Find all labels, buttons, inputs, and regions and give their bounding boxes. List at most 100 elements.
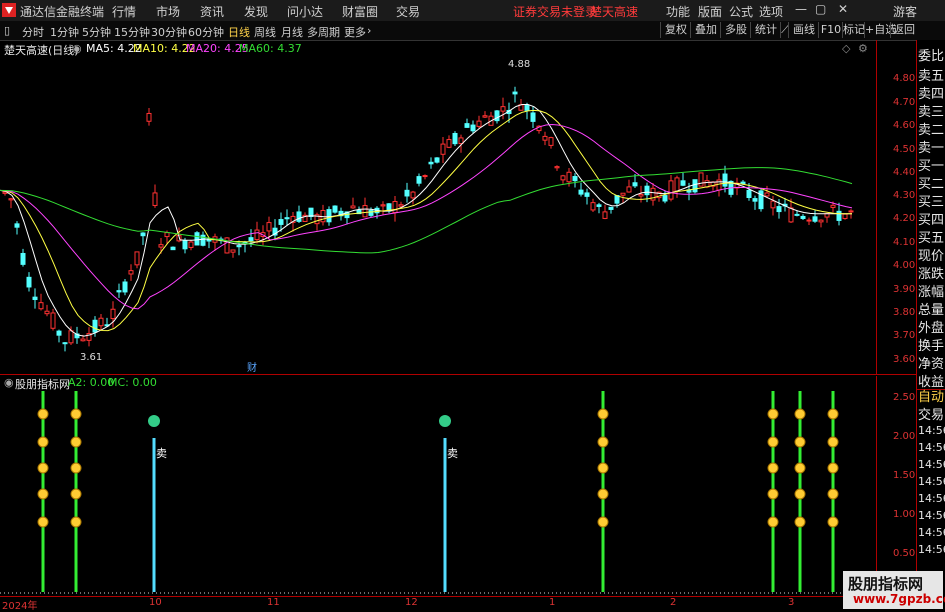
candlestick-chart[interactable]: [0, 40, 916, 375]
menu-xuanxiang[interactable]: 选项: [759, 3, 783, 20]
trade-label[interactable]: 交易: [918, 404, 945, 423]
quote-label: 涨幅: [918, 285, 945, 300]
money-bag-icon: [70, 488, 82, 500]
maximize-icon[interactable]: ▢: [815, 2, 826, 16]
stock-link[interactable]: 楚天高速: [590, 3, 638, 20]
period-5min[interactable]: 5分钟: [82, 24, 111, 40]
menu-hangqing[interactable]: 行情: [112, 3, 136, 20]
candle-body: [470, 124, 476, 132]
quote-label: 卖四: [918, 87, 945, 102]
money-bag-icon: [70, 408, 82, 420]
period-monthly[interactable]: 月线: [281, 24, 303, 40]
tick-time: 14:56: [918, 509, 945, 522]
candle-body: [254, 229, 260, 241]
menu-gongshi[interactable]: 公式: [729, 3, 753, 20]
duogu-button[interactable]: 多股: [720, 22, 751, 38]
menu-wenxiaoda[interactable]: 问小达: [287, 3, 323, 20]
tick-time: 14:56: [918, 526, 945, 539]
money-bag-icon: [597, 516, 609, 528]
price-tick: 3.80: [893, 307, 916, 318]
auto-trade-toggle[interactable]: 自动: [918, 386, 945, 405]
candle-body: [68, 330, 74, 344]
candle-body: [392, 201, 398, 214]
money-bag-icon: [767, 488, 779, 500]
fuquan-button[interactable]: 复权: [660, 22, 691, 38]
period-60min[interactable]: 60分钟: [188, 24, 224, 40]
money-bag-icon: [597, 436, 609, 448]
login-warning[interactable]: 证券交易未登录: [513, 3, 597, 20]
candle-body: [578, 189, 584, 195]
indicator-chart[interactable]: [0, 376, 876, 596]
candle-body: [206, 239, 212, 242]
close-icon[interactable]: ✕: [838, 2, 848, 16]
back-button[interactable]: 返回: [890, 22, 917, 38]
date-tick: 1: [549, 597, 556, 608]
candle-body: [698, 172, 704, 187]
menu-zixun[interactable]: 资讯: [200, 3, 224, 20]
candle-body: [800, 215, 806, 219]
candle-body: [134, 251, 140, 266]
date-tick: 3: [788, 597, 795, 608]
candle-body: [464, 123, 470, 128]
quote-label: 买三: [918, 195, 945, 210]
menu-shichang[interactable]: 市场: [156, 3, 180, 20]
menu-jiaoyi[interactable]: 交易: [396, 3, 420, 20]
tongji-button[interactable]: 统计: [750, 22, 781, 38]
money-bag-icon: [37, 436, 49, 448]
period-multi[interactable]: 多周期: [307, 24, 340, 40]
more-chevron-icon[interactable]: ›: [367, 24, 371, 37]
candle-body: [140, 232, 146, 237]
huaxian-button[interactable]: 画线: [788, 22, 819, 38]
price-tick: 3.70: [893, 330, 916, 341]
tick-time: 14:56: [918, 458, 945, 471]
period-daily[interactable]: 日线: [228, 24, 250, 40]
period-weekly[interactable]: 周线: [254, 24, 276, 40]
money-bag-icon: [794, 462, 806, 474]
date-tick: 12: [405, 597, 418, 608]
candle-body: [62, 342, 68, 345]
price-tick: 3.60: [893, 354, 916, 365]
money-bag-icon: [827, 408, 839, 420]
menu-faxian[interactable]: 发现: [244, 3, 268, 20]
period-1min[interactable]: 1分钟: [50, 24, 79, 40]
candle-body: [296, 211, 302, 222]
diejia-button[interactable]: 叠加: [690, 22, 721, 38]
candle-body: [236, 245, 242, 248]
period-fenshi[interactable]: 分时: [22, 24, 44, 40]
date-axis: [0, 596, 876, 610]
quote-label: 卖二: [918, 123, 945, 138]
money-bag-icon: [597, 408, 609, 420]
period-more[interactable]: 更多: [344, 24, 366, 40]
biaoji-button[interactable]: 标记: [842, 22, 865, 38]
quote-label: 买一: [918, 159, 945, 174]
period-toolbar: ▯ 分时 1分钟 5分钟 15分钟 30分钟 60分钟 日线 周线 月线 多周期…: [0, 21, 945, 41]
candle-body: [662, 195, 668, 202]
candle-body: [92, 319, 98, 333]
money-bag-icon: [70, 516, 82, 528]
candle-body: [32, 296, 38, 301]
candle-body: [44, 310, 50, 315]
user-label[interactable]: 游客: [893, 3, 917, 20]
candle-body: [38, 302, 44, 310]
period-30min[interactable]: 30分钟: [151, 24, 187, 40]
quote-label: 卖三: [918, 105, 945, 120]
minimize-icon[interactable]: —: [795, 2, 807, 16]
candle-body: [512, 91, 518, 95]
f10-button[interactable]: F10: [818, 22, 843, 38]
add-favorite-button[interactable]: +自选: [864, 22, 896, 38]
candle-body: [794, 213, 800, 216]
candle-body: [722, 173, 728, 187]
candle-body: [830, 204, 836, 208]
financial-report-marker[interactable]: 财: [247, 359, 257, 374]
money-bag-icon: [827, 462, 839, 474]
menu-caifuquan[interactable]: 财富圈: [342, 3, 378, 20]
money-bag-icon: [597, 488, 609, 500]
indicator-axis: [876, 376, 877, 596]
candle-body: [194, 232, 200, 246]
layout-toggle-icon[interactable]: ▯: [4, 24, 10, 37]
period-15min[interactable]: 15分钟: [114, 24, 150, 40]
candle-body: [122, 281, 128, 293]
menu-gongneng[interactable]: 功能: [666, 3, 690, 20]
menu-banmian[interactable]: 版面: [698, 3, 722, 20]
candle-body: [20, 252, 26, 265]
